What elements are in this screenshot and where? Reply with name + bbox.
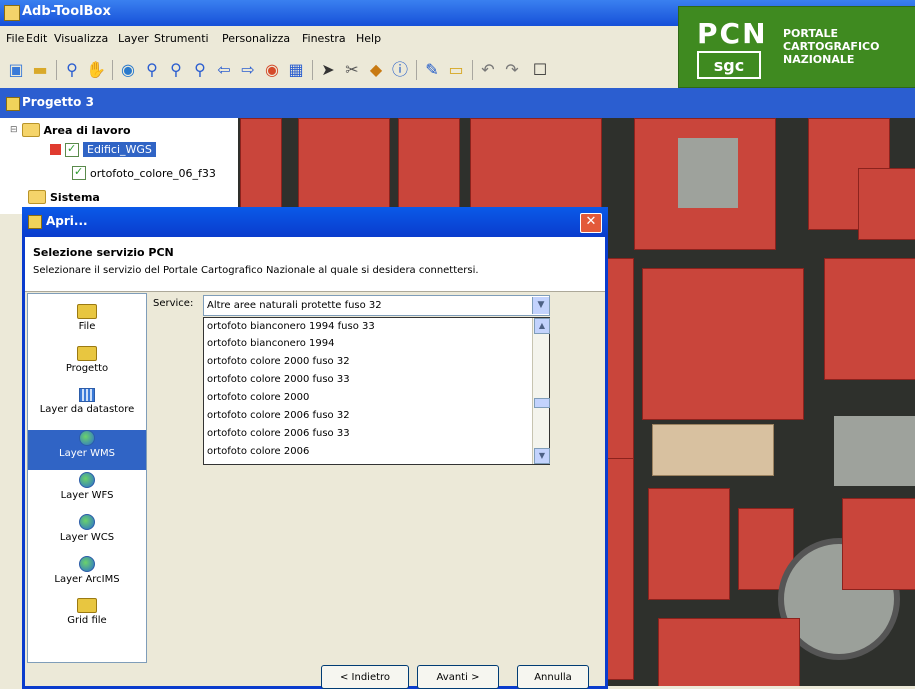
zoom-extent-icon[interactable]: ⚲ xyxy=(190,60,210,80)
project-icon xyxy=(6,97,20,111)
list-item[interactable]: ortofoto colore 2000 fuso 33 xyxy=(207,374,350,385)
side-item-arcims[interactable]: Layer ArcIMS xyxy=(28,556,146,596)
folder-icon xyxy=(77,304,97,319)
globe-icon xyxy=(79,430,95,446)
new-map-icon[interactable]: ▣ xyxy=(6,60,26,80)
menu-help[interactable]: Help xyxy=(356,32,381,45)
layers-globe-icon[interactable]: ◉ xyxy=(262,60,282,80)
undo-icon[interactable]: ↶ xyxy=(478,60,498,80)
layer-color-swatch xyxy=(50,144,61,155)
side-item-grid[interactable]: Grid file xyxy=(28,598,146,640)
open-dialog: Apri... ✕ Selezione servizio PCN Selezio… xyxy=(22,207,608,689)
chevron-up-icon[interactable]: ▲ xyxy=(534,318,550,334)
info-icon[interactable]: ⓘ xyxy=(390,60,410,80)
layer-tree: ⊟ Area di lavoro Edifici_WGS ortofoto_co… xyxy=(0,118,239,214)
folder-icon xyxy=(77,346,97,361)
back-arrow-icon[interactable]: ⇦ xyxy=(214,60,234,80)
dialog-header: Selezione servizio PCN Selezionare il se… xyxy=(25,237,605,292)
menu-finestra[interactable]: Finestra xyxy=(302,32,346,45)
list-item[interactable]: ortofoto colore 2006 fuso 32 xyxy=(207,410,350,421)
dialog-description: Selezionare il servizio del Portale Cart… xyxy=(33,265,479,276)
list-item[interactable]: ortofoto bianconero 1994 xyxy=(207,338,334,349)
back-button[interactable]: < Indietro xyxy=(321,665,409,689)
tree-system[interactable]: Sistema xyxy=(28,190,100,204)
side-item-file[interactable]: File xyxy=(28,304,146,346)
app-icon xyxy=(4,5,20,21)
zoom-tool-icon[interactable]: ⚲ xyxy=(62,60,82,80)
side-item-datastore[interactable]: Layer da datastore xyxy=(28,388,146,428)
chevron-down-icon[interactable]: ▼ xyxy=(532,297,549,314)
tree-workarea[interactable]: ⊟ Area di lavoro xyxy=(10,123,131,137)
dialog-title: Apri... xyxy=(46,214,88,228)
menu-strumenti[interactable]: Strumenti xyxy=(154,32,209,45)
pcn-logo: PCN sgc PORTALE CARTOGRAFICO NAZIONALE xyxy=(678,6,915,88)
close-icon[interactable]: ✕ xyxy=(580,213,602,233)
tree-layer-ortofoto[interactable]: ortofoto_colore_06_f33 xyxy=(72,165,216,180)
list-item[interactable]: ortofoto colore 2006 fuso 33 xyxy=(207,428,350,439)
service-selected-value: Altre aree naturali protette fuso 32 xyxy=(207,300,382,311)
pcn-logo-text: PCN xyxy=(697,17,768,50)
menu-edit[interactable]: Edit xyxy=(26,32,47,45)
package-icon[interactable]: ◆ xyxy=(366,60,386,80)
next-button[interactable]: Avanti > xyxy=(417,665,499,689)
globe-icon xyxy=(79,514,95,530)
table-icon[interactable]: ▦ xyxy=(286,60,306,80)
open-folder-icon[interactable]: ▬ xyxy=(30,60,50,80)
dialog-titlebar: Apri... ✕ xyxy=(22,207,608,237)
list-item[interactable]: ortofoto bianconero 1994 fuso 33 xyxy=(207,321,375,332)
service-dropdown-list[interactable]: ortofoto bianconero 1994 fuso 33 ortofot… xyxy=(203,317,550,465)
app-title: Adb-ToolBox xyxy=(22,4,111,19)
cancel-button[interactable]: Annulla xyxy=(517,665,589,689)
side-item-wfs[interactable]: Layer WFS xyxy=(28,472,146,512)
forward-arrow-icon[interactable]: ⇨ xyxy=(238,60,258,80)
globe-icon xyxy=(79,472,95,488)
globe-icon xyxy=(79,556,95,572)
ruler-icon[interactable]: ▭ xyxy=(446,60,466,80)
select-pointer-icon[interactable]: ➤ xyxy=(318,60,338,80)
tools-icon[interactable]: ✂ xyxy=(342,60,362,80)
menu-visualizza[interactable]: Visualizza xyxy=(54,32,108,45)
pcn-logo-caption: PORTALE CARTOGRAFICO NAZIONALE xyxy=(783,27,880,66)
side-item-progetto[interactable]: Progetto xyxy=(28,346,146,388)
globe-icon[interactable]: ◉ xyxy=(118,60,138,80)
pan-hand-icon[interactable]: ✋ xyxy=(86,60,106,80)
scroll-thumb[interactable] xyxy=(534,398,550,408)
service-label: Service: xyxy=(153,298,194,309)
project-titlebar: Progetto 3 xyxy=(0,88,915,118)
list-item[interactable]: ortofoto colore 2006 xyxy=(207,446,309,457)
service-select[interactable]: Altre aree naturali protette fuso 32 ▼ xyxy=(203,295,550,316)
side-item-wcs[interactable]: Layer WCS xyxy=(28,514,146,554)
redo-icon[interactable]: ↷ xyxy=(502,60,522,80)
tree-layer-edifici[interactable]: Edifici_WGS xyxy=(50,142,156,157)
pcn-logo-sub: sgc xyxy=(697,51,761,79)
dialog-icon xyxy=(28,215,42,229)
list-item[interactable]: ortofoto colore 2000 fuso 32 xyxy=(207,356,350,367)
list-item[interactable]: ortofoto colore 2000 xyxy=(207,392,309,403)
zoom-in-icon[interactable]: ⚲ xyxy=(142,60,162,80)
list-scrollbar[interactable]: ▲ ▼ xyxy=(532,318,550,464)
edit-icon[interactable]: ✎ xyxy=(422,60,442,80)
zoom-out-icon[interactable]: ⚲ xyxy=(166,60,186,80)
datastore-icon xyxy=(79,388,95,402)
dialog-heading: Selezione servizio PCN xyxy=(33,246,174,259)
chevron-down-icon[interactable]: ▼ xyxy=(534,448,550,464)
folder-icon xyxy=(21,123,40,137)
menu-personalizza[interactable]: Personalizza xyxy=(222,32,290,45)
layer-checkbox[interactable] xyxy=(65,142,79,157)
folder-icon xyxy=(28,190,46,204)
project-title: Progetto 3 xyxy=(22,95,94,109)
layer-checkbox[interactable] xyxy=(72,165,86,180)
folder-icon xyxy=(77,598,97,613)
source-type-list: File Progetto Layer da datastore Layer W… xyxy=(27,293,147,663)
window-icon[interactable]: ☐ xyxy=(530,60,550,80)
menu-file[interactable]: File xyxy=(6,32,24,45)
side-item-wms[interactable]: Layer WMS xyxy=(28,430,146,470)
menu-layer[interactable]: Layer xyxy=(118,32,149,45)
